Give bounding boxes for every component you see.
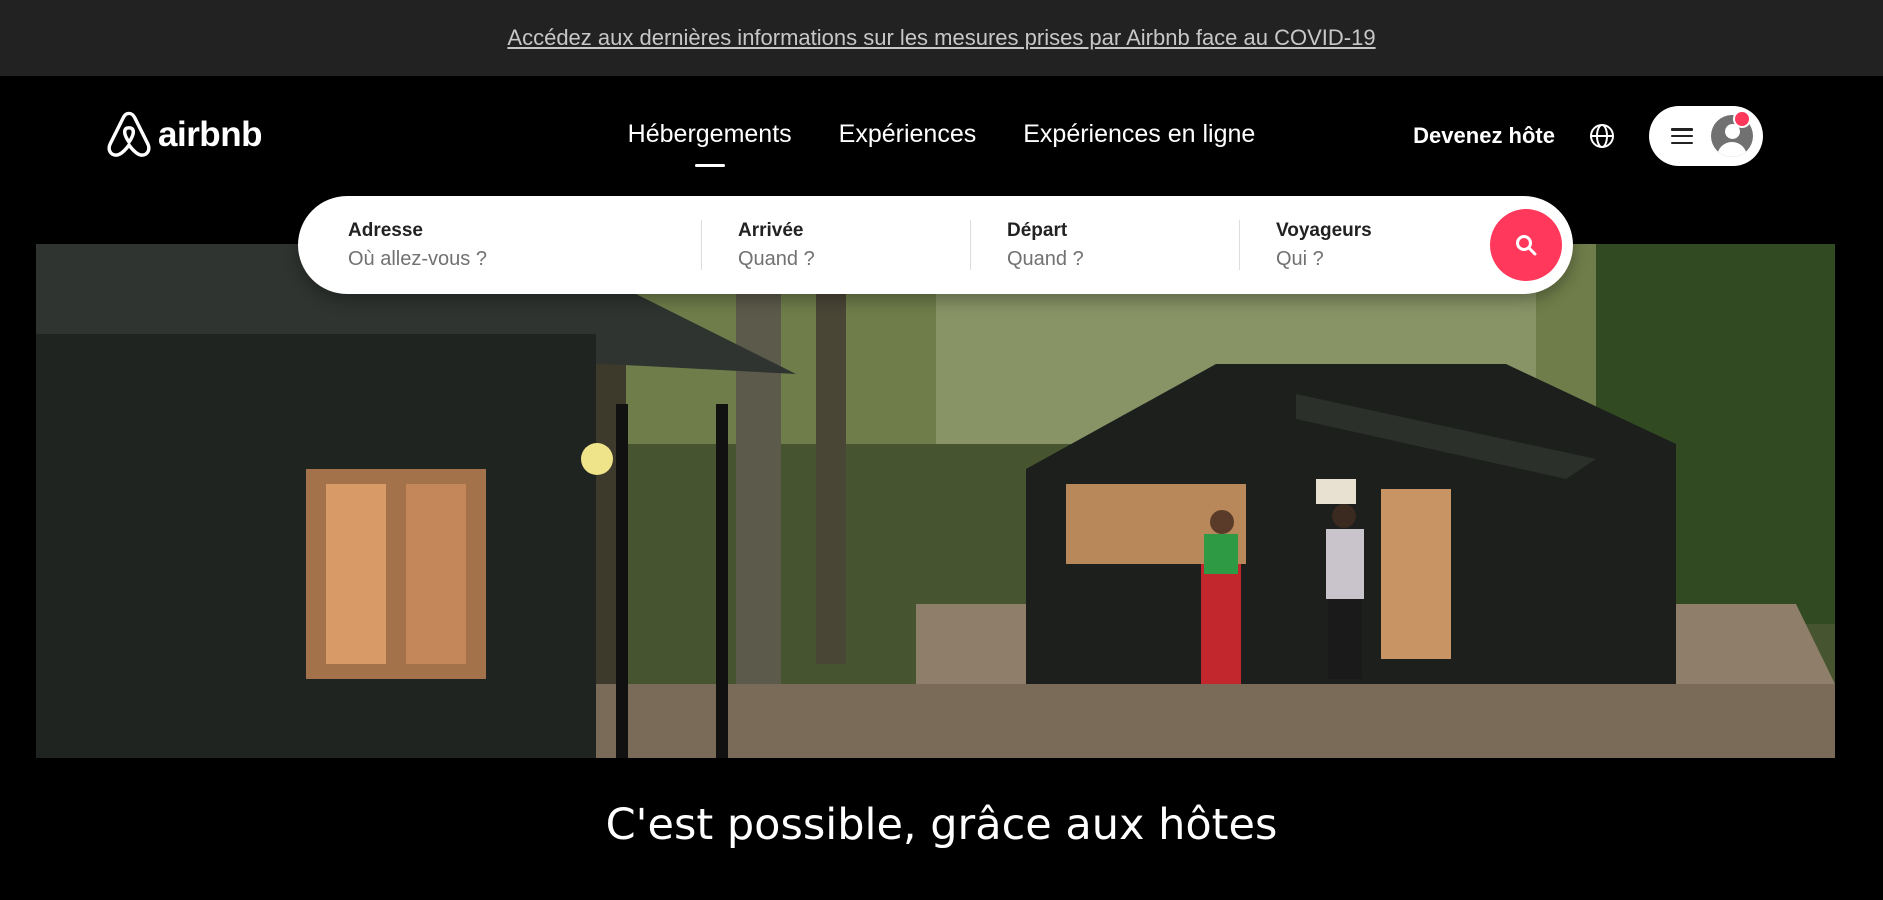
- search-bar: Adresse Où allez-vous ? Arrivée Quand ? …: [298, 196, 1573, 294]
- tab-experiences[interactable]: Expériences: [839, 120, 977, 159]
- hero-tagline: C'est possible, grâce aux hôtes: [605, 800, 1278, 850]
- search-field-checkin[interactable]: Arrivée Quand ?: [702, 196, 970, 294]
- globe-icon[interactable]: [1589, 123, 1615, 149]
- header-actions: Devenez hôte: [1413, 106, 1763, 166]
- checkout-label: Départ: [1007, 219, 1068, 241]
- checkin-input[interactable]: Quand ?: [738, 248, 970, 271]
- checkout-input[interactable]: Quand ?: [1007, 248, 1239, 271]
- address-input[interactable]: Où allez-vous ?: [348, 248, 701, 271]
- address-label: Adresse: [348, 219, 423, 241]
- top-header: airbnb Hébergements Expériences Expérien…: [0, 76, 1883, 196]
- search-button[interactable]: [1490, 209, 1562, 281]
- user-menu-button[interactable]: [1649, 106, 1763, 166]
- guests-input[interactable]: Qui ?: [1276, 248, 1490, 271]
- notification-dot: [1733, 110, 1751, 128]
- covid-banner: Accédez aux dernières informations sur l…: [0, 0, 1883, 76]
- guests-label: Voyageurs: [1276, 219, 1372, 241]
- hamburger-icon: [1671, 128, 1693, 144]
- hero-image: [36, 244, 1835, 758]
- covid-info-link[interactable]: Accédez aux dernières informations sur l…: [507, 25, 1375, 51]
- tab-experiences-en-ligne[interactable]: Expériences en ligne: [1023, 120, 1255, 159]
- search-icon: [1516, 235, 1537, 256]
- tab-hebergements[interactable]: Hébergements: [628, 120, 792, 159]
- become-host-link[interactable]: Devenez hôte: [1413, 123, 1555, 149]
- search-field-guests[interactable]: Voyageurs Qui ?: [1240, 196, 1490, 294]
- search-field-checkout[interactable]: Départ Quand ?: [971, 196, 1239, 294]
- search-field-address[interactable]: Adresse Où allez-vous ?: [298, 196, 701, 294]
- checkin-label: Arrivée: [738, 219, 804, 241]
